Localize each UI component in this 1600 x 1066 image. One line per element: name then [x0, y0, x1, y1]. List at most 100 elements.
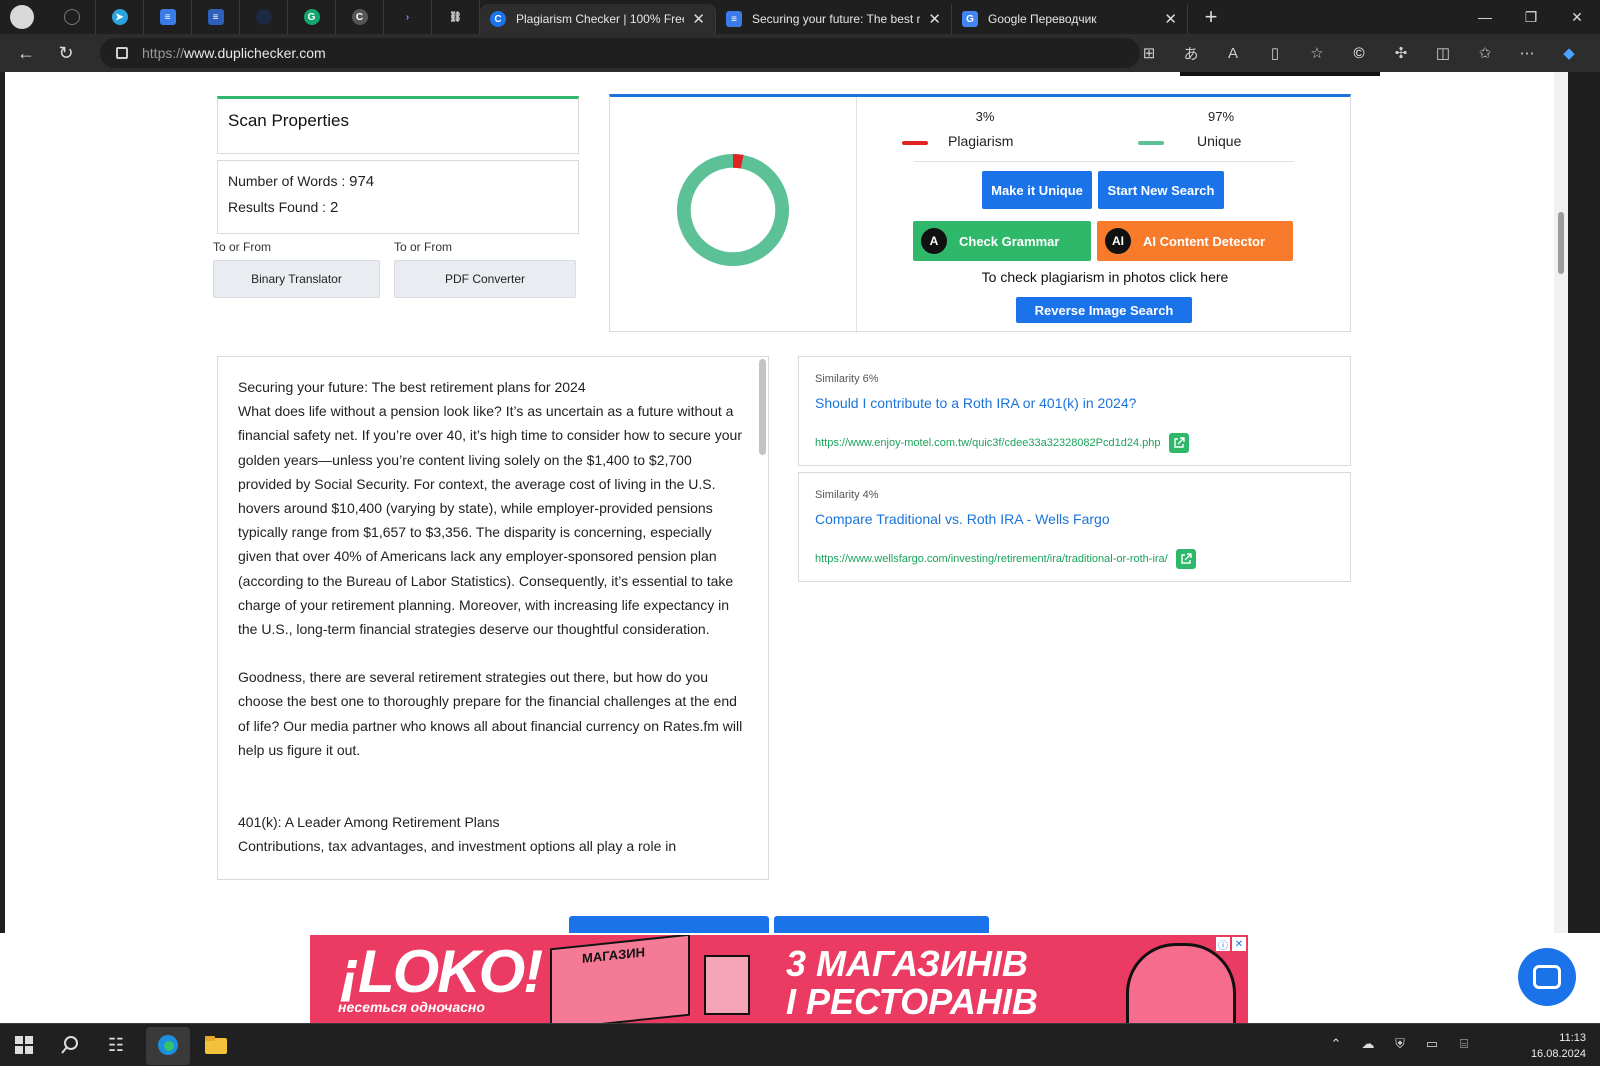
tab-plagiarism-checker[interactable]: C Plagiarism Checker | 100% Free a ✕: [480, 4, 716, 34]
taskbar-clock[interactable]: 11:13 16.08.2024: [1531, 1030, 1586, 1062]
tab-securing-future[interactable]: ≡ Securing your future: The best re ✕: [716, 4, 952, 34]
page-scrollbar[interactable]: [1554, 72, 1568, 933]
text-scrollbar[interactable]: [759, 359, 766, 455]
read-aloud-icon[interactable]: A: [1212, 45, 1254, 62]
start-new-search-button[interactable]: Start New Search: [1098, 171, 1224, 209]
word-count-row: Number of Words : 974: [228, 173, 568, 199]
url-text: https://www.duplichecker.com: [142, 45, 326, 61]
clock-date: 16.08.2024: [1530, 1048, 1586, 1060]
pinned-tab-1[interactable]: [48, 0, 96, 34]
check-grammar-button[interactable]: A Check Grammar: [913, 221, 1091, 261]
pinned-tab-3[interactable]: ≡: [144, 0, 192, 34]
browser-toolbar-icons: ⊞ あ A ▯ ☆ © ✣ ◫ ✩ ⋯ ◆: [1128, 34, 1590, 72]
bottom-action-button[interactable]: [774, 916, 989, 933]
ad-shop-sign: МАГАЗИН: [582, 944, 646, 966]
ad-info-icon[interactable]: ⓘ: [1216, 937, 1230, 952]
external-link-icon[interactable]: [1168, 433, 1189, 453]
security-icon[interactable]: ⛨: [1384, 1036, 1416, 1052]
pdf-converter-button[interactable]: PDF Converter: [394, 260, 576, 298]
ad-tiger-illustration: [1126, 943, 1236, 1023]
onedrive-cloud-icon[interactable]: ☁: [1352, 1036, 1384, 1052]
reverse-image-search-button[interactable]: Reverse Image Search: [1016, 297, 1192, 323]
profile-avatar[interactable]: [10, 5, 34, 29]
tray-chevron-up-icon[interactable]: ⌃: [1320, 1036, 1352, 1052]
pinned-tab-9[interactable]: ⛓: [432, 0, 480, 34]
doc-heading: 401(k): A Leader Among Retirement Plans: [238, 814, 500, 831]
favorites-list-icon[interactable]: ✩: [1464, 44, 1506, 62]
word-count-label: Number of Words :: [228, 173, 346, 189]
pinned-tab-8[interactable]: ›: [384, 0, 432, 34]
tab-title: Securing your future: The best re: [752, 12, 921, 26]
close-icon[interactable]: ✕: [1164, 10, 1177, 28]
task-view-icon[interactable]: ☷: [104, 1033, 128, 1057]
back-arrow-icon[interactable]: ←: [6, 43, 46, 64]
pinned-tab-4[interactable]: ≡: [192, 0, 240, 34]
pinned-tab-7[interactable]: C: [336, 0, 384, 34]
tab-google-translate[interactable]: G Google Переводчик ✕: [952, 4, 1188, 34]
pinned-tab-2[interactable]: ➤: [96, 0, 144, 34]
immersive-reader-icon[interactable]: ▯: [1254, 44, 1296, 62]
legend-divider: [914, 161, 1294, 162]
unique-legend-swatch: [1138, 141, 1164, 145]
document-text-box[interactable]: Securing your future: The best retiremen…: [217, 356, 769, 880]
copilot-c-icon: C: [351, 9, 368, 25]
ad-headline: 3 МАГАЗИНІВ І РЕСТОРАНІВ: [786, 945, 1038, 1021]
external-link-icon[interactable]: [1175, 549, 1196, 569]
ai-detector-label: AI Content Detector: [1143, 233, 1266, 249]
favorite-star-icon[interactable]: ☆: [1296, 44, 1338, 62]
window-border-right: [1568, 72, 1600, 933]
close-icon[interactable]: ✕: [928, 10, 941, 28]
chat-icon: [1533, 965, 1561, 989]
file-explorer-icon[interactable]: [204, 1033, 228, 1057]
results-found-value: 2: [329, 199, 339, 216]
binary-translator-button[interactable]: Binary Translator: [213, 260, 380, 298]
to-from-label-2: To or From: [394, 240, 453, 254]
ad-close-icon[interactable]: ✕: [1232, 937, 1246, 951]
close-icon[interactable]: ✕: [692, 10, 705, 28]
more-menu-icon[interactable]: ⋯: [1506, 44, 1548, 62]
ad-restaurant-illustration: [704, 955, 750, 1015]
edge-browser-icon[interactable]: [156, 1033, 180, 1057]
restore-icon[interactable]: ❐: [1508, 0, 1554, 34]
search-icon[interactable]: [58, 1033, 82, 1057]
split-screen-icon[interactable]: ◫: [1422, 44, 1464, 62]
advertisement-banner[interactable]: ¡LOKO! несеться одночасно МАГАЗИН 3 МАГА…: [310, 935, 1248, 1023]
close-window-icon[interactable]: ✕: [1554, 0, 1600, 34]
windows-start-icon[interactable]: [12, 1033, 36, 1057]
apps-icon[interactable]: ⊞: [1128, 44, 1170, 62]
translate-icon: ⛓: [449, 11, 462, 23]
match-url-link[interactable]: https://www.wellsfargo.com/investing/ret…: [815, 553, 1168, 565]
translate-page-icon[interactable]: あ: [1170, 43, 1212, 64]
minimize-icon[interactable]: —: [1462, 0, 1508, 34]
new-tab-button[interactable]: +: [1194, 4, 1228, 30]
address-toolbar: ← ↻ https://www.duplichecker.com ⊞ あ A ▯…: [0, 34, 1600, 72]
copilot-icon[interactable]: ◆: [1548, 44, 1590, 62]
lock-icon: [116, 47, 128, 59]
similarity-label: Similarity 4%: [815, 489, 879, 501]
match-url-link[interactable]: https://www.enjoy-motel.com.tw/quic3f/cd…: [815, 437, 1161, 449]
window-controls: — ❐ ✕: [1462, 0, 1600, 34]
match-title-link[interactable]: Compare Traditional vs. Roth IRA - Wells…: [815, 511, 1110, 527]
document-text: Securing your future: The best retiremen…: [238, 375, 744, 858]
ai-content-detector-button[interactable]: AI AI Content Detector: [1097, 221, 1293, 261]
word-count-value: 974: [349, 173, 375, 190]
network-icon[interactable]: ⌸: [1448, 1036, 1480, 1052]
to-from-label-1: To or From: [213, 240, 272, 254]
pinned-tab-5[interactable]: [240, 0, 288, 34]
pinned-tab-6[interactable]: G: [288, 0, 336, 34]
chat-widget-button[interactable]: [1518, 948, 1576, 1006]
extension-c-icon[interactable]: ©: [1338, 45, 1380, 62]
address-bar[interactable]: https://www.duplichecker.com: [100, 38, 1140, 68]
make-it-unique-button[interactable]: Make it Unique: [982, 171, 1092, 209]
bottom-action-button[interactable]: [569, 916, 769, 933]
header-strip: [1180, 72, 1380, 76]
scrollbar-thumb[interactable]: [1558, 212, 1564, 274]
match-title-link[interactable]: Should I contribute to a Roth IRA or 401…: [815, 395, 1136, 411]
refresh-icon[interactable]: ↻: [46, 43, 86, 64]
check-grammar-label: Check Grammar: [959, 233, 1060, 249]
extensions-puzzle-icon[interactable]: ✣: [1380, 44, 1422, 62]
results-found-label: Results Found :: [228, 199, 327, 215]
battery-icon[interactable]: ▭: [1416, 1036, 1448, 1052]
moon-icon: [255, 9, 272, 25]
system-tray: ⌃ ☁ ⛨ ▭ ⌸: [1320, 1036, 1480, 1052]
